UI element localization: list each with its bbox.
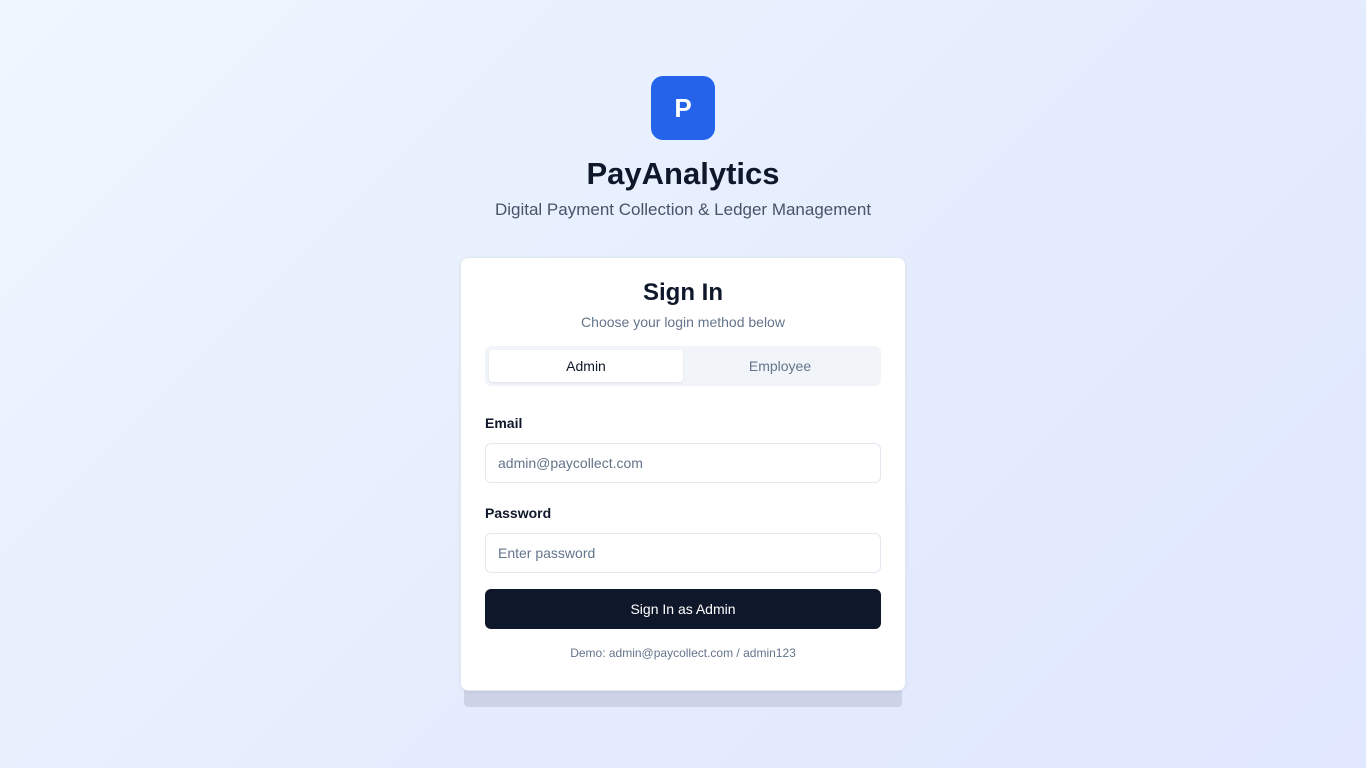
password-input[interactable] [485, 533, 881, 573]
brand-header: P PayAnalytics Digital Payment Collectio… [0, 76, 1366, 220]
logo-letter: P [674, 92, 692, 123]
app-logo: P [651, 76, 715, 140]
email-label: Email [485, 415, 523, 431]
demo-credentials: Demo: admin@paycollect.com / admin123 [570, 646, 796, 660]
card-subtitle: Choose your login method below [581, 314, 785, 330]
tab-employee[interactable]: Employee [683, 350, 877, 382]
card-title: Sign In [643, 279, 723, 306]
sign-in-button[interactable]: Sign In as Admin [485, 589, 881, 629]
sign-in-card: Sign In Choose your login method below A… [460, 257, 906, 691]
tab-admin[interactable]: Admin [489, 350, 683, 382]
app-title: PayAnalytics [586, 156, 780, 191]
password-label: Password [485, 505, 552, 521]
login-method-tabs: Admin Employee [485, 346, 881, 386]
email-input[interactable] [485, 443, 881, 483]
app-subtitle: Digital Payment Collection & Ledger Mana… [494, 200, 872, 219]
